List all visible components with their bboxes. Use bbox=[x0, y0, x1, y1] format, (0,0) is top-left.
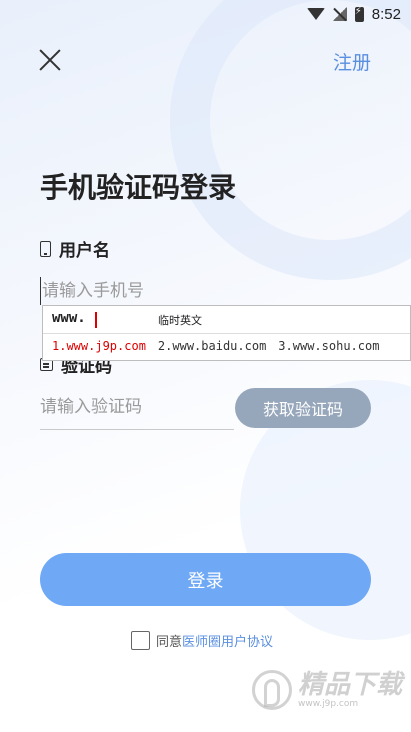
status-time: 8:52 bbox=[371, 5, 401, 23]
page-title: 手机验证码登录 bbox=[40, 171, 237, 204]
agreement-row: 同意 医师圈用户协议 bbox=[131, 631, 273, 650]
get-code-button[interactable]: 获取验证码 bbox=[235, 388, 371, 428]
ime-caret bbox=[95, 312, 97, 328]
status-bar: 8:52 bbox=[0, 0, 411, 28]
watermark-text: 精品下载 www.j9p.com bbox=[298, 672, 402, 709]
ime-candidates: 1.www.j9p.com 2.www.baidu.com 3.www.sohu… bbox=[52, 339, 379, 353]
agreement-link[interactable]: 医师圈用户协议 bbox=[182, 631, 273, 650]
ime-candidate[interactable]: 2.www.baidu.com bbox=[158, 339, 266, 353]
login-button[interactable]: 登录 bbox=[40, 553, 371, 606]
agreement-checkbox[interactable] bbox=[131, 631, 150, 650]
watermark-url: www.j9p.com bbox=[298, 698, 359, 709]
wifi-icon bbox=[306, 8, 325, 20]
code-input[interactable] bbox=[40, 392, 234, 422]
watermark-logo-icon bbox=[252, 670, 292, 710]
background-swirl bbox=[170, 0, 411, 280]
ime-suggestion-popup: www. 临时英文 1.www.j9p.com 2.www.baidu.com … bbox=[42, 305, 411, 361]
agreement-prefix: 同意 bbox=[156, 635, 183, 650]
username-label-row: 用户名 bbox=[40, 236, 110, 261]
battery-charging-icon bbox=[354, 6, 364, 22]
register-link[interactable]: 注册 bbox=[333, 48, 371, 75]
close-icon[interactable] bbox=[38, 48, 62, 72]
username-label: 用户名 bbox=[59, 241, 110, 261]
ime-candidate[interactable]: 3.www.sohu.com bbox=[278, 339, 379, 353]
ime-composing-text: www. bbox=[52, 310, 86, 326]
ime-candidate[interactable]: 1.www.j9p.com bbox=[52, 339, 146, 353]
no-signal-icon bbox=[332, 7, 347, 21]
watermark-main: 精品下载 bbox=[298, 669, 403, 700]
code-field bbox=[40, 392, 234, 430]
phone-icon bbox=[40, 240, 51, 257]
watermark: 精品下载 www.j9p.com bbox=[252, 670, 402, 710]
username-input[interactable] bbox=[40, 277, 370, 305]
ime-mode-label: 临时英文 bbox=[158, 314, 202, 327]
divider bbox=[43, 333, 410, 334]
